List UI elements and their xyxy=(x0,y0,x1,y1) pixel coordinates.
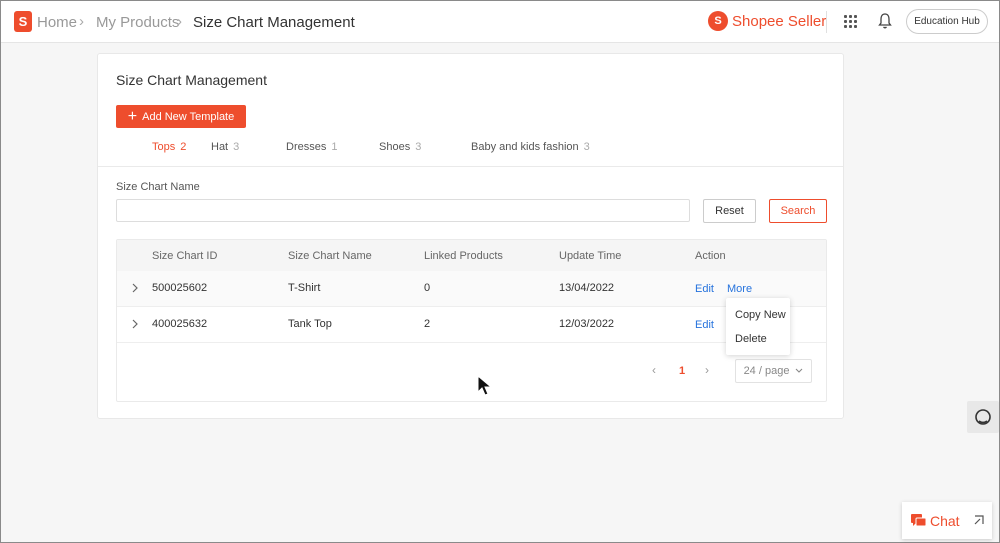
top-bar: S Home › My Products › Size Chart Manage… xyxy=(1,1,999,43)
tab-label: Baby and kids fashion xyxy=(471,141,579,153)
plus-icon: + xyxy=(127,107,138,125)
tab-count: 3 xyxy=(415,141,422,153)
cell-updated: 13/04/2022 xyxy=(559,282,615,294)
headset-icon xyxy=(975,409,991,425)
column-header: Size Chart Name xyxy=(288,250,372,262)
tab-hat[interactable]: Hat 3 xyxy=(211,141,239,153)
shopee-seller-logo-icon: S xyxy=(708,11,728,31)
cell-updated: 12/03/2022 xyxy=(559,318,615,330)
reset-button[interactable]: Reset xyxy=(703,199,756,223)
support-widget[interactable] xyxy=(967,401,999,433)
tab-count: 2 xyxy=(180,141,187,153)
cell-name: T-Shirt xyxy=(288,282,321,294)
page-size-value: 24 / page xyxy=(743,365,790,377)
table-row[interactable]: 500025602 T-Shirt 0 13/04/2022 Edit More xyxy=(117,271,826,307)
tab-shoes[interactable]: Shoes 3 xyxy=(379,141,421,153)
tab-count: 3 xyxy=(583,141,590,153)
column-header: Linked Products xyxy=(424,250,503,262)
tab-count: 1 xyxy=(331,141,338,153)
chevron-right-icon: › xyxy=(79,13,84,30)
expand-row-icon[interactable] xyxy=(131,319,139,329)
column-header: Size Chart ID xyxy=(152,250,218,262)
cell-linked: 2 xyxy=(424,318,431,330)
page-title: Size Chart Management xyxy=(116,72,267,88)
tab-tops[interactable]: Tops 2 xyxy=(152,141,186,153)
bell-icon[interactable] xyxy=(877,12,893,30)
education-hub-button[interactable]: Education Hub xyxy=(906,9,988,34)
menu-item-copy-new[interactable]: Copy New xyxy=(735,309,786,321)
current-page[interactable]: 1 xyxy=(679,365,685,377)
tab-label: Hat xyxy=(211,141,229,153)
edit-link[interactable]: Edit xyxy=(695,283,714,295)
chat-label: Chat xyxy=(930,513,960,529)
menu-item-delete[interactable]: Delete xyxy=(735,333,767,345)
search-button[interactable]: Search xyxy=(769,199,827,223)
chat-bubble-icon xyxy=(911,514,926,527)
edit-link[interactable]: Edit xyxy=(695,319,714,331)
expand-chat-icon[interactable] xyxy=(974,515,984,525)
table-header: Size Chart ID Size Chart Name Linked Pro… xyxy=(117,240,826,271)
tab-count: 3 xyxy=(233,141,240,153)
cell-id: 500025602 xyxy=(152,282,208,294)
brand-name: Shopee Seller xyxy=(732,13,827,30)
column-header: Update Time xyxy=(559,250,622,262)
divider xyxy=(826,11,827,33)
size-chart-name-label: Size Chart Name xyxy=(116,181,200,193)
mouse-cursor-icon xyxy=(477,375,493,396)
size-chart-card: Size Chart Management + Add New Template… xyxy=(97,53,844,419)
chevron-right-icon: › xyxy=(177,13,182,30)
size-chart-table: Size Chart ID Size Chart Name Linked Pro… xyxy=(116,239,827,402)
category-tabs: Tops 2 Hat 3 Dresses 1 Shoes 3 Baby and kids… xyxy=(98,141,843,167)
breadcrumb-home[interactable]: Home xyxy=(37,14,77,31)
tab-baby-and-kids-fashion[interactable]: Baby and kids fashion 3 xyxy=(471,141,590,153)
table-row[interactable]: 400025632 Tank Top 2 12/03/2022 Edit xyxy=(117,307,826,343)
add-new-template-label: Add New Template xyxy=(142,110,235,123)
shopee-logo-icon[interactable]: S xyxy=(14,11,32,32)
previous-page-icon[interactable]: ‹ xyxy=(652,363,656,377)
cell-name: Tank Top xyxy=(288,318,332,330)
add-new-template-button[interactable]: + Add New Template xyxy=(116,105,246,128)
expand-row-icon[interactable] xyxy=(131,283,139,293)
chevron-down-icon xyxy=(796,368,803,373)
breadcrumb-current: Size Chart Management xyxy=(193,14,355,31)
more-link[interactable]: More xyxy=(727,283,752,295)
more-dropdown-menu: Copy New Delete xyxy=(726,298,790,355)
next-page-icon[interactable]: › xyxy=(705,363,709,377)
tab-label: Tops xyxy=(152,141,176,153)
page-size-select[interactable]: 24 / page xyxy=(735,359,812,383)
cell-id: 400025632 xyxy=(152,318,208,330)
cell-linked: 0 xyxy=(424,282,431,294)
breadcrumb-my-products[interactable]: My Products xyxy=(96,14,179,31)
tab-label: Shoes xyxy=(379,141,411,153)
size-chart-name-input[interactable] xyxy=(116,199,690,222)
chat-widget[interactable]: Chat xyxy=(902,502,992,539)
tab-label: Dresses xyxy=(286,141,327,153)
apps-grid-icon[interactable] xyxy=(844,15,857,28)
tab-dresses[interactable]: Dresses 1 xyxy=(286,141,337,153)
column-header: Action xyxy=(695,250,726,262)
